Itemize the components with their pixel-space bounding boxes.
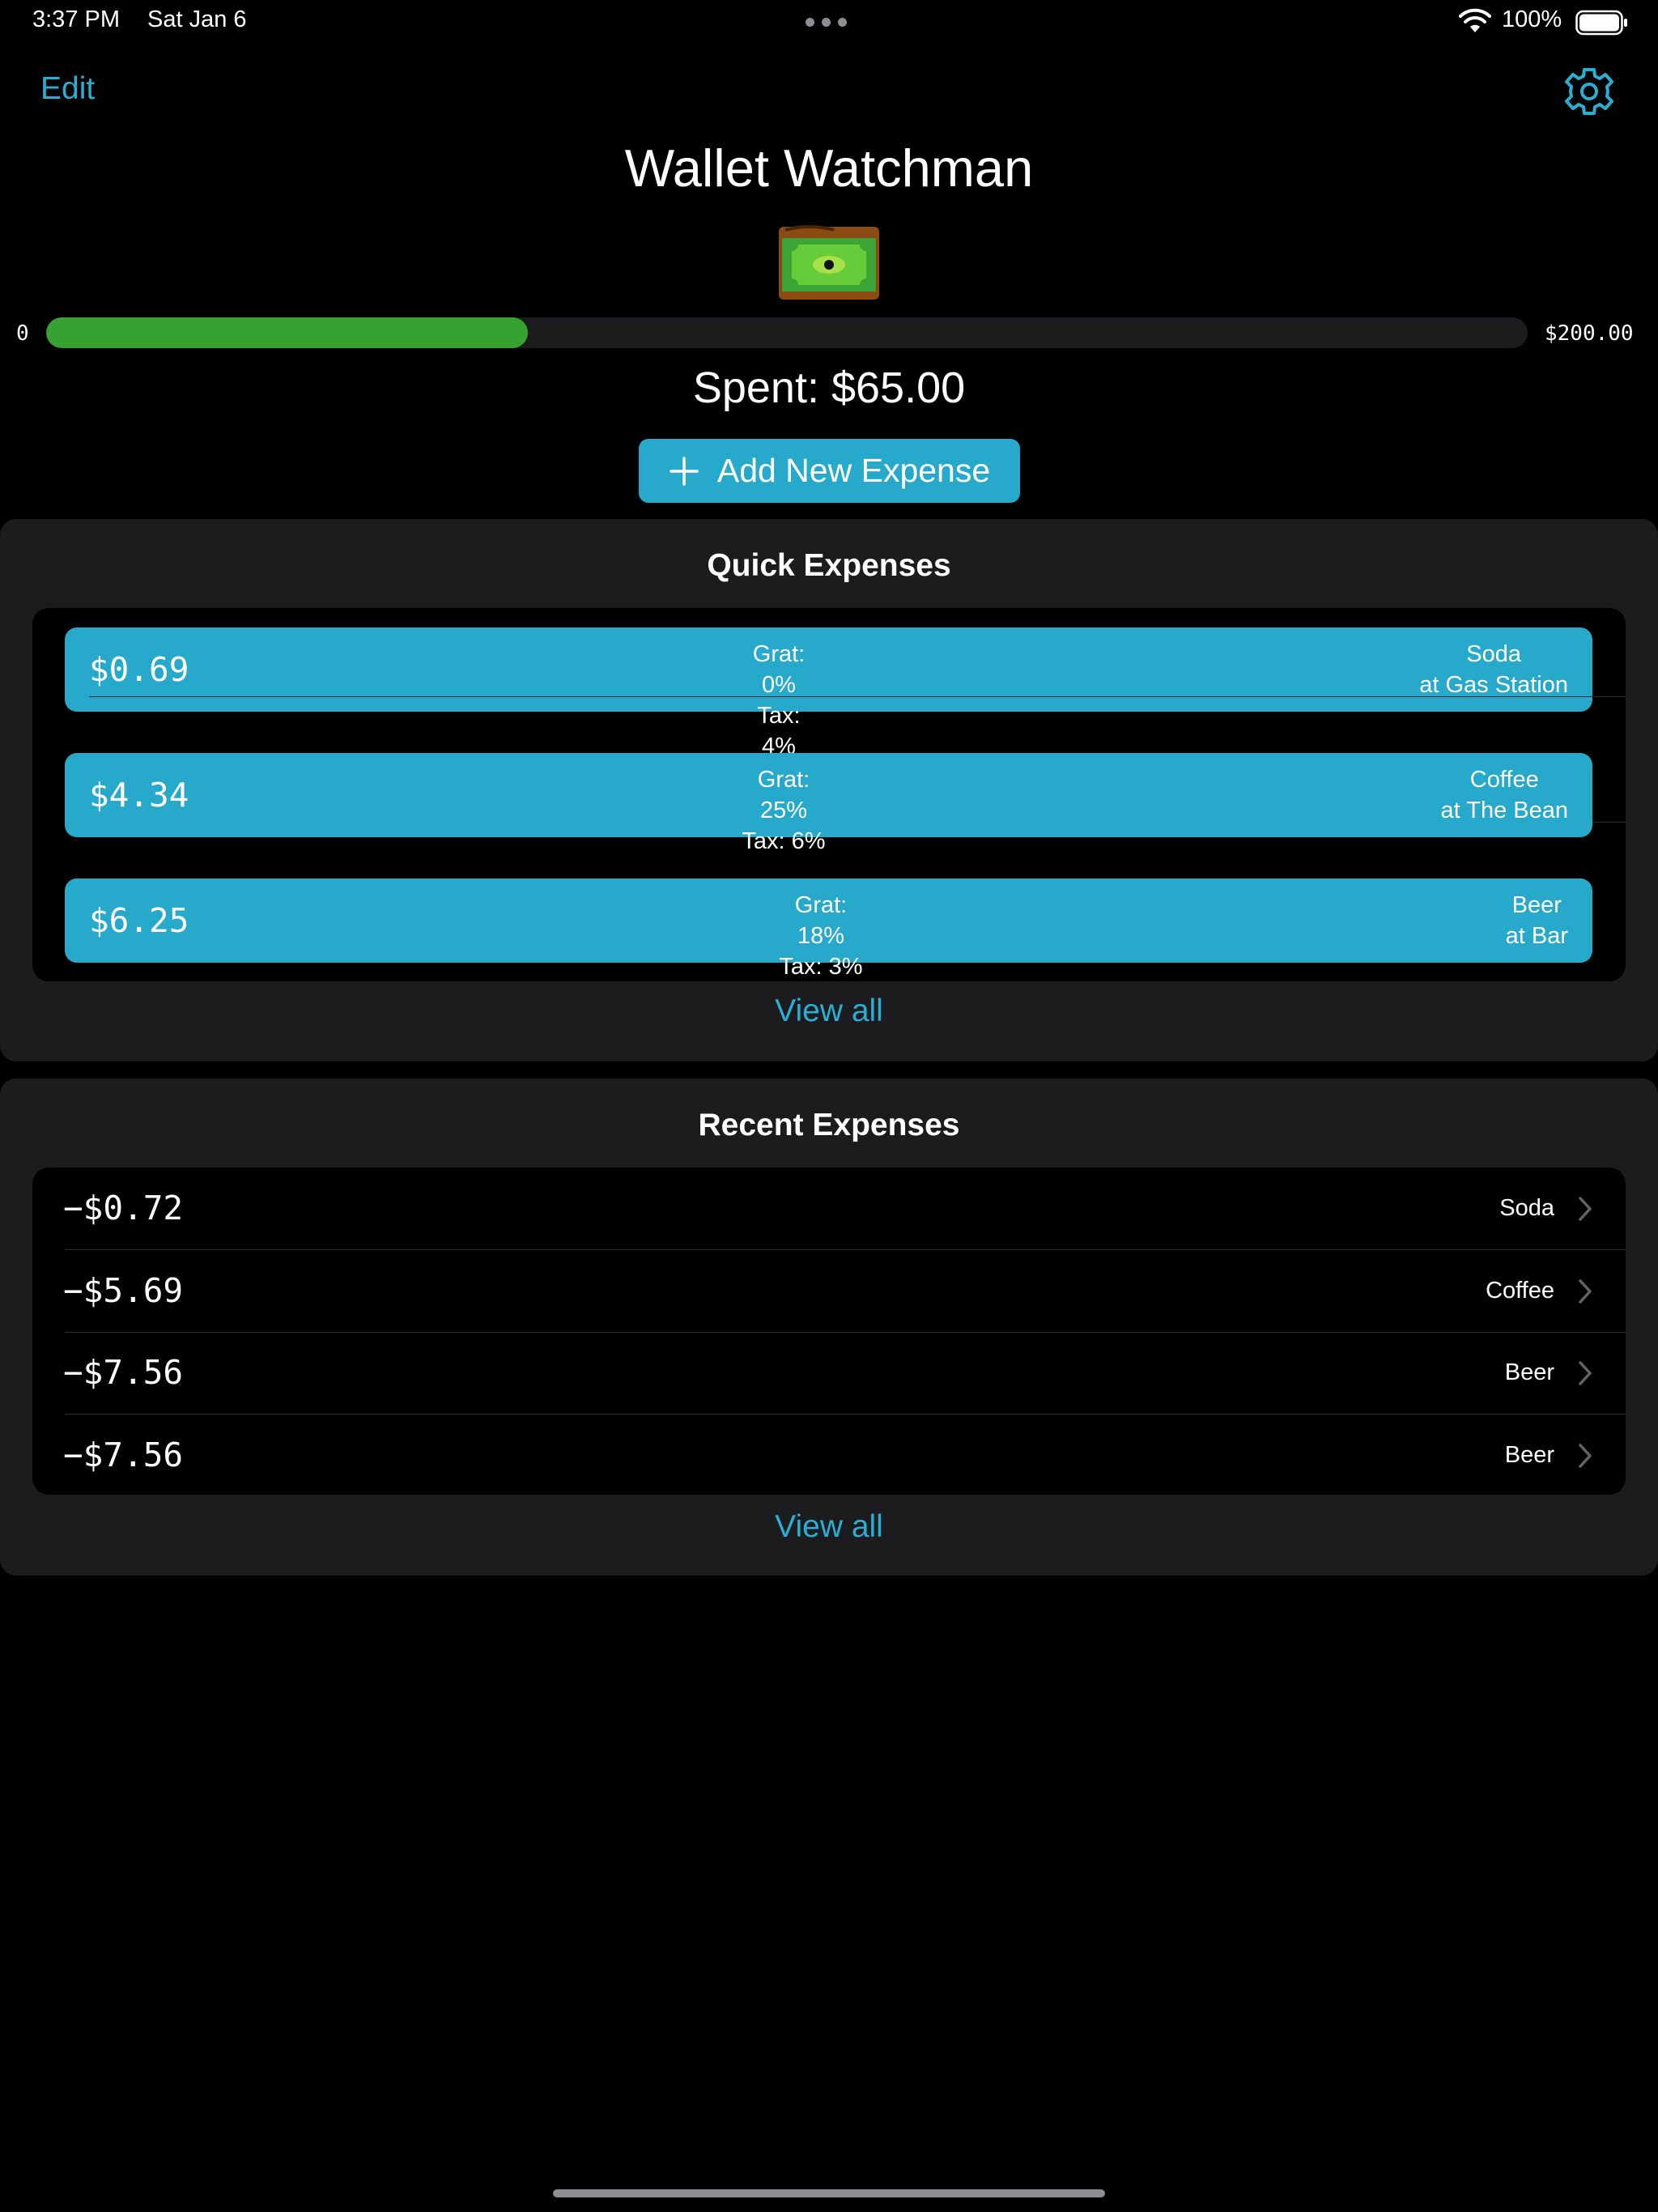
battery-percent: 100% [1502, 6, 1562, 32]
quick-expense-grat: Grat: 0% [752, 641, 806, 698]
wallet-logo-icon [779, 225, 879, 300]
recent-expenses-section: Recent Expenses −$0.72 Soda −$5.69 Coffe… [0, 1078, 1658, 1576]
quick-expense-tax: Tax: 6% [742, 828, 826, 854]
quick-expenses-title: Quick Expenses [707, 548, 951, 583]
edit-button[interactable]: Edit [40, 71, 95, 107]
progress-max-label: $200.00 [1545, 321, 1634, 346]
quick-expense-location: at The Bean [1440, 798, 1568, 823]
quick-expense-grat: Grat: 18% [794, 892, 848, 949]
quick-expense-name: Soda [1466, 641, 1521, 667]
recent-expense-name: Beer [1504, 1359, 1554, 1385]
recent-expenses-view-all-link[interactable]: View all [0, 1509, 1658, 1545]
recent-expenses-list: −$0.72 Soda −$5.69 Coffee −$7.56 Beer −$… [32, 1168, 1626, 1495]
multitask-dots-icon[interactable] [806, 18, 847, 27]
chevron-right-icon [1579, 1444, 1592, 1468]
recent-expense-row[interactable]: −$7.56 Beer [32, 1332, 1626, 1414]
budget-progress-fill [46, 317, 528, 348]
battery-icon [1575, 10, 1627, 36]
recent-expense-name: Beer [1504, 1442, 1554, 1468]
recent-expense-amount: −$5.69 [63, 1271, 184, 1310]
divider [89, 696, 1626, 697]
recent-expense-amount: −$7.56 [63, 1353, 184, 1392]
quick-expense-name: Coffee [1469, 767, 1539, 793]
recent-expense-row[interactable]: −$5.69 Coffee [32, 1250, 1626, 1332]
recent-expense-row[interactable]: −$0.72 Soda [32, 1168, 1626, 1249]
quick-expense-amount: $4.34 [89, 776, 189, 815]
quick-expense-card[interactable]: $0.69 Grat: 0% Tax: 4% Soda at Gas Stati… [65, 627, 1592, 759]
recent-expense-amount: −$0.72 [63, 1189, 184, 1227]
quick-expense-amount: $6.25 [89, 901, 189, 940]
quick-expense-amount: $0.69 [89, 650, 189, 689]
quick-expense-tax: Tax: 3% [779, 954, 863, 980]
quick-expenses-list: $0.69 Grat: 0% Tax: 4% Soda at Gas Stati… [32, 608, 1626, 981]
app-title: Wallet Watchman [624, 138, 1034, 198]
quick-expense-grat: Grat: 25% [757, 767, 810, 823]
chevron-right-icon [1579, 1361, 1592, 1385]
budget-progress-bar [46, 317, 1528, 348]
recent-expense-name: Coffee [1486, 1278, 1554, 1304]
spent-total: Spent: $65.00 [692, 364, 966, 412]
quick-expenses-view-all-link[interactable]: View all [0, 993, 1658, 1029]
recent-expense-name: Soda [1499, 1195, 1554, 1221]
quick-expenses-section: Quick Expenses $0.69 Grat: 0% Tax: 4% So… [0, 519, 1658, 1061]
progress-min-label: 0 [16, 321, 29, 346]
gear-icon[interactable] [1562, 65, 1616, 118]
chevron-right-icon [1579, 1279, 1592, 1304]
chevron-right-icon [1579, 1197, 1592, 1221]
home-indicator[interactable] [553, 2189, 1105, 2197]
recent-expenses-title: Recent Expenses [698, 1108, 960, 1142]
wifi-icon [1459, 8, 1491, 32]
add-new-expense-label: Add New Expense [716, 452, 991, 489]
recent-expense-row[interactable]: −$7.56 Beer [32, 1414, 1626, 1495]
quick-expense-card[interactable]: $6.25 Grat: 18% Tax: 3% Beer at Bar [65, 878, 1592, 980]
quick-expense-location: at Bar [1505, 923, 1568, 949]
status-bar: 3:37 PM Sat Jan 6 100% [0, 0, 1658, 45]
status-date: Sat Jan 6 [147, 6, 247, 32]
quick-expense-name: Beer [1511, 892, 1562, 918]
recent-expense-amount: −$7.56 [63, 1436, 184, 1474]
status-time: 3:37 PM [32, 6, 120, 32]
quick-expense-card[interactable]: $4.34 Grat: 25% Tax: 6% Coffee at The Be… [65, 753, 1592, 854]
add-new-expense-button[interactable]: Add New Expense [639, 439, 1020, 503]
plus-icon [670, 456, 699, 486]
